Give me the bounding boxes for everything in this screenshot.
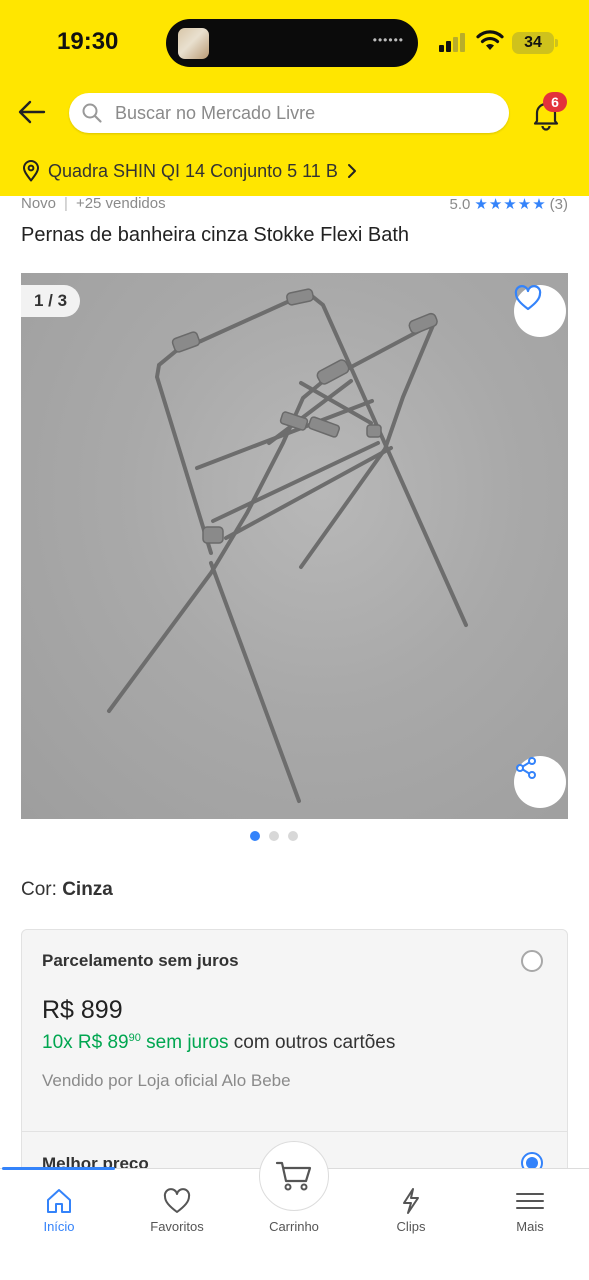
nav-label: Favoritos [150, 1219, 204, 1234]
installments-option-radio[interactable] [521, 950, 543, 972]
heart-icon [514, 285, 542, 311]
nav-item-favorites[interactable]: Favoritos [118, 1169, 236, 1249]
cart-button[interactable] [259, 1141, 329, 1211]
share-button[interactable] [514, 756, 566, 808]
product-image [107, 288, 468, 803]
gallery-pagination [250, 831, 307, 841]
installments-cents: 90 [128, 1032, 141, 1044]
favorite-button[interactable] [514, 285, 566, 337]
share-icon [516, 757, 536, 779]
nav-label: Carrinho [269, 1219, 319, 1234]
pagination-dot-active[interactable] [250, 831, 260, 841]
battery-indicator: 34 [512, 32, 558, 54]
color-label: Cor: [21, 879, 57, 900]
location-pin-icon [23, 160, 39, 182]
island-activity-icon: •••••• [372, 33, 404, 47]
nav-item-clips[interactable]: Clips [352, 1169, 470, 1249]
search-box[interactable] [69, 93, 509, 133]
sold-count: +25 vendidos [75, 195, 166, 212]
nav-item-home[interactable]: Início [0, 1169, 118, 1249]
menu-icon [516, 1193, 544, 1209]
color-selection: Cor: Cinza [21, 879, 113, 901]
divider [22, 1131, 567, 1132]
nav-label: Clips [396, 1219, 426, 1234]
product-gallery[interactable]: 1 / 3 [21, 273, 568, 819]
island-avatar [178, 28, 209, 59]
heart-icon [163, 1188, 191, 1213]
arrow-left-icon [18, 100, 46, 124]
seller-info[interactable]: Vendido por Loja oficial Alo Bebe [42, 1071, 291, 1091]
cellular-signal-icon [439, 32, 467, 52]
delivery-location[interactable]: Quadra SHIN QI 14 Conjunto 5 11 B [22, 159, 357, 183]
wifi-icon [476, 30, 504, 50]
nav-label: Mais [516, 1219, 544, 1234]
home-icon [47, 1189, 71, 1213]
pagination-dot[interactable] [269, 831, 279, 841]
installments-note: com outros cartões [233, 1032, 396, 1053]
rating-summary[interactable]: 5.0 ★★★★★ (3) [449, 195, 568, 214]
lightning-icon [403, 1188, 419, 1214]
gallery-counter: 1 / 3 [21, 285, 81, 317]
product-title: Pernas de banheira cinza Stokke Flexi Ba… [21, 224, 409, 246]
meta-separator: | [64, 195, 68, 212]
location-text: Quadra SHIN QI 14 Conjunto 5 11 B [48, 160, 338, 181]
search-input[interactable] [115, 93, 495, 133]
product-meta: Novo | +25 vendidos 5.0 ★★★★★ (3) [21, 195, 568, 215]
back-button[interactable] [14, 94, 50, 130]
nav-item-more[interactable]: Mais [471, 1169, 589, 1249]
installments-info: 10x R$ 8990 sem juros com outros cartões [42, 1032, 395, 1054]
installments-option-title: Parcelamento sem juros [42, 951, 239, 970]
product-page: 19:30 •••••• 34 Buscar no Mercado Livre … [0, 0, 589, 1280]
pagination-dot[interactable] [288, 831, 298, 841]
search-icon [82, 103, 102, 123]
installments-interest: sem juros [146, 1032, 229, 1053]
condition-label: Novo [21, 195, 57, 212]
installments-amount: 10x R$ 89 [42, 1032, 129, 1053]
notifications-badge: 6 [543, 92, 567, 112]
color-value: Cinza [62, 879, 113, 900]
status-time: 19:30 [57, 28, 119, 55]
app-header: 19:30 •••••• 34 Buscar no Mercado Livre … [0, 0, 589, 196]
rating-value: 5.0 [449, 195, 471, 213]
rating-stars-icon: ★★★★★ [474, 196, 547, 213]
reviews-count: (3) [549, 195, 568, 213]
chevron-right-icon [347, 164, 356, 178]
dynamic-island: •••••• [166, 19, 418, 67]
nav-label: Início [43, 1219, 75, 1234]
cart-icon [275, 1161, 312, 1191]
price: R$ 899 [42, 996, 123, 1024]
